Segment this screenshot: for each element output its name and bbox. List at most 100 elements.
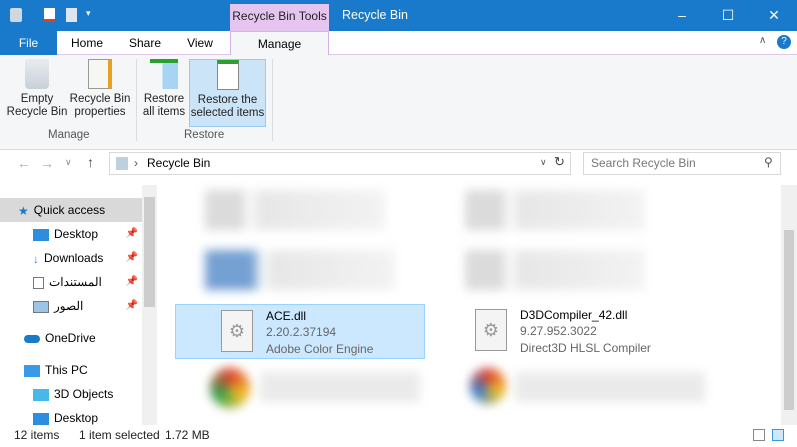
restore-selected-icon <box>216 60 239 90</box>
item-count: 12 items <box>14 428 60 442</box>
nav-scrollbar[interactable] <box>142 185 157 425</box>
file-version: 9.27.952.3022 <box>520 324 597 338</box>
nav-desktop[interactable]: Desktop 📌 <box>0 222 143 246</box>
divider <box>272 59 273 141</box>
label: Desktop <box>54 227 99 241</box>
file-description: Adobe Color Engine <box>266 342 374 356</box>
label: Empty <box>20 93 54 105</box>
breadcrumb-recycle-bin[interactable]: Recycle Bin <box>147 156 210 170</box>
tab-share[interactable]: Share <box>120 31 170 55</box>
label: all items <box>142 106 186 118</box>
recycle-bin-icon <box>10 8 22 22</box>
refresh-icon[interactable]: ↻ <box>554 154 565 170</box>
dll-file-icon: ⚙ <box>221 310 253 352</box>
documents-icon <box>33 276 44 289</box>
address-dropdown-icon[interactable]: ∨ <box>540 157 547 168</box>
label: selected items <box>190 107 265 119</box>
nav-quick-access[interactable]: ★ Quick access <box>0 198 143 222</box>
collapse-ribbon-icon[interactable]: ∧ <box>759 35 766 46</box>
blurred-item <box>205 250 395 290</box>
file-description: Direct3D HLSL Compiler <box>520 341 651 355</box>
label: Quick access <box>33 203 106 217</box>
back-button[interactable]: ← <box>17 155 31 171</box>
file-item[interactable]: ⚙ D3DCompiler_42.dll 9.27.952.3022 Direc… <box>430 304 730 359</box>
dll-file-icon: ⚙ <box>475 309 507 351</box>
tab-manage[interactable]: Manage <box>230 31 329 56</box>
nav-documents[interactable]: المستندات 📌 <box>0 270 143 294</box>
computer-icon <box>24 364 40 377</box>
details-view-button[interactable] <box>753 429 765 441</box>
desktop-icon <box>33 228 49 241</box>
context-tab-label: Recycle Bin Tools <box>230 4 329 31</box>
maximize-button[interactable]: ☐ <box>705 0 751 31</box>
tab-view[interactable]: View <box>175 31 225 55</box>
nav-onedrive[interactable]: OneDrive <box>0 326 143 350</box>
blurred-item <box>205 190 385 230</box>
search-icon: ⚲ <box>764 155 773 169</box>
download-icon: ↓ <box>33 251 39 266</box>
empty-recycle-bin-button[interactable]: Empty Recycle Bin <box>6 59 68 119</box>
pin-icon: 📌 <box>125 228 138 239</box>
nav-pictures[interactable]: الصور 📌 <box>0 294 143 318</box>
divider <box>136 59 137 141</box>
label: Recycle Bin <box>69 93 131 105</box>
label: الصور <box>54 299 84 313</box>
window-title: Recycle Bin <box>342 8 408 22</box>
blurred-item <box>465 190 645 230</box>
address-bar[interactable]: › Recycle Bin ∨ ↻ <box>109 152 571 175</box>
blurred-item <box>210 368 250 408</box>
blurred-item <box>515 372 705 402</box>
search-input[interactable]: Search Recycle Bin <box>583 152 781 175</box>
nav-downloads[interactable]: ↓ Downloads 📌 <box>0 246 143 270</box>
label: Downloads <box>44 251 104 265</box>
cube-icon <box>33 388 49 401</box>
breadcrumb-chevron-icon[interactable]: › <box>134 156 138 170</box>
restore-all-items-button[interactable]: Restore all items <box>140 59 188 119</box>
restore-selected-items-button[interactable]: Restore the selected items <box>189 59 266 127</box>
selection-size: 1.72 MB <box>165 428 210 442</box>
content-scrollbar[interactable] <box>781 185 797 425</box>
label: This PC <box>45 363 88 377</box>
recycle-bin-properties-button[interactable]: Recycle Bin properties <box>69 59 131 119</box>
blurred-item <box>470 368 506 404</box>
label: properties <box>74 106 126 118</box>
group-manage: Manage <box>48 129 90 141</box>
pin-icon: 📌 <box>125 300 138 311</box>
desktop-icon <box>33 412 49 425</box>
ribbon: Empty Recycle Bin Recycle Bin properties M… <box>0 55 797 150</box>
up-button[interactable]: ↑ <box>87 154 94 170</box>
recent-locations-icon[interactable]: ∨ <box>65 157 72 168</box>
qat-dropdown-icon[interactable]: ▾ <box>86 8 91 19</box>
cloud-icon <box>24 334 40 343</box>
label: المستندات <box>49 275 102 289</box>
blurred-item <box>465 250 645 290</box>
minimize-button[interactable]: – <box>659 0 705 31</box>
nav-3d-objects[interactable]: 3D Objects <box>0 382 143 406</box>
selection-info: 1 item selected <box>79 428 160 442</box>
file-item-selected[interactable]: ⚙ ACE.dll 2.20.2.37194 Adobe Color Engin… <box>175 304 425 359</box>
help-icon[interactable]: ? <box>777 35 791 49</box>
star-icon: ★ <box>18 203 29 218</box>
close-button[interactable]: ✕ <box>751 0 797 31</box>
properties-qat-icon[interactable] <box>44 8 55 22</box>
label: Restore the <box>197 94 258 106</box>
label: Recycle Bin <box>6 106 68 118</box>
pin-icon: 📌 <box>125 252 138 263</box>
file-name: ACE.dll <box>266 309 307 323</box>
label: Restore <box>143 93 185 105</box>
tab-home[interactable]: Home <box>62 31 112 55</box>
pin-icon: 📌 <box>125 276 138 287</box>
recycle-bin-icon <box>116 157 128 170</box>
blurred-item <box>260 372 420 402</box>
new-folder-qat-icon[interactable] <box>66 8 77 22</box>
scrollbar-thumb[interactable] <box>784 230 794 410</box>
label: 3D Objects <box>54 387 114 401</box>
scrollbar-thumb[interactable] <box>144 197 155 307</box>
tab-file[interactable]: File <box>0 31 57 55</box>
label: OneDrive <box>45 331 96 345</box>
properties-icon <box>88 59 112 89</box>
large-icons-view-button[interactable] <box>772 429 784 441</box>
restore-all-icon <box>150 59 178 89</box>
nav-this-pc[interactable]: This PC <box>0 358 143 382</box>
forward-button[interactable]: → <box>40 155 54 171</box>
